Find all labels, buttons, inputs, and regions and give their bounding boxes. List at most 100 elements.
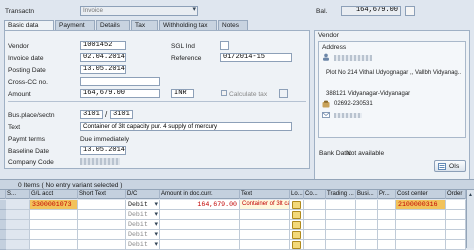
cell-amount[interactable] <box>160 230 240 240</box>
table-row[interactable]: Debit ▾ <box>0 240 474 250</box>
tax-code-icon[interactable] <box>279 89 288 98</box>
cell-co[interactable] <box>304 200 326 210</box>
text-field[interactable]: Container of 3lt capacity pur. 4 supply … <box>80 122 292 131</box>
cell-trading[interactable] <box>326 210 356 220</box>
cell-pr[interactable] <box>378 240 396 250</box>
cell-dc[interactable]: Debit ▾ <box>126 200 160 210</box>
calculate-tax-checkbox[interactable] <box>221 90 227 96</box>
cell-dc[interactable]: Debit ▾ <box>126 240 160 250</box>
cell-text[interactable]: Container of 3lt capa <box>240 200 290 210</box>
column-status[interactable]: S... <box>6 190 30 199</box>
cell-order[interactable] <box>446 200 466 210</box>
cell-trading[interactable] <box>326 240 356 250</box>
cell-co[interactable] <box>304 230 326 240</box>
cell-lo[interactable] <box>290 210 304 220</box>
cell-pr[interactable] <box>378 230 396 240</box>
cell-trading[interactable] <box>326 200 356 210</box>
cell-co[interactable] <box>304 220 326 230</box>
cell-lo[interactable] <box>290 230 304 240</box>
cell-dc[interactable]: Debit ▾ <box>126 220 160 230</box>
cell-gl[interactable]: 3300001073 <box>30 200 78 210</box>
cell-lo[interactable] <box>290 240 304 250</box>
cell-amount[interactable]: 164,679.00 <box>160 200 240 210</box>
cell-gl[interactable] <box>30 230 78 240</box>
tab-withholding-tax[interactable]: Withholding tax <box>159 20 217 30</box>
tab-tax[interactable]: Tax <box>131 20 158 30</box>
cell-order[interactable] <box>446 220 466 230</box>
scroll-up-icon[interactable]: ▲ <box>468 192 473 198</box>
amount-field[interactable]: 164,679.00 <box>80 89 160 98</box>
cell-cc[interactable] <box>396 230 446 240</box>
cell-order[interactable] <box>446 210 466 220</box>
edit-pencil-icon[interactable] <box>292 231 301 239</box>
chevron-down-icon[interactable]: ▾ <box>154 230 158 239</box>
cell-amount[interactable] <box>160 220 240 230</box>
cell-text[interactable] <box>240 220 290 230</box>
chevron-down-icon[interactable]: ▾ <box>154 210 158 219</box>
ois-button[interactable]: OIs <box>434 160 466 172</box>
posting-date-field[interactable]: 13.05.2014 <box>80 65 126 74</box>
cell-amount[interactable] <box>160 210 240 220</box>
column-business-area[interactable]: Busi... <box>356 190 378 199</box>
cell-order[interactable] <box>446 230 466 240</box>
column-gl-account[interactable]: G/L acct <box>30 190 78 199</box>
cell-cc[interactable]: 2100000316 <box>396 200 446 210</box>
cell-busi[interactable] <box>356 210 378 220</box>
cell-pr[interactable] <box>378 200 396 210</box>
cell-short[interactable] <box>78 200 126 210</box>
currency-field[interactable]: INR <box>171 89 194 98</box>
column-order[interactable]: Order <box>446 190 466 199</box>
table-row[interactable]: 3300001073 Debit ▾ 164,679.00 Container of 3… <box>0 200 474 210</box>
section-code-field[interactable]: 3101 <box>110 110 133 119</box>
cell-dc[interactable]: Debit ▾ <box>126 210 160 220</box>
column-short-text[interactable]: Short Text <box>78 190 126 199</box>
cell-busi[interactable] <box>356 240 378 250</box>
cell-pr[interactable] <box>378 220 396 230</box>
cell-short[interactable] <box>78 240 126 250</box>
column-amount[interactable]: Amount in doc.curr. <box>160 190 240 199</box>
table-row[interactable]: Debit ▾ <box>0 230 474 240</box>
vendor-field[interactable]: 1001452 <box>80 41 126 50</box>
baseline-date-field[interactable]: 13.05.2014 <box>80 146 126 155</box>
cell-short[interactable] <box>78 230 126 240</box>
cell-co[interactable] <box>304 210 326 220</box>
column-text[interactable]: Text <box>240 190 290 199</box>
cell-busi[interactable] <box>356 220 378 230</box>
cell-lo[interactable] <box>290 220 304 230</box>
cell-order[interactable] <box>446 240 466 250</box>
cell-busi[interactable] <box>356 230 378 240</box>
cell-text[interactable] <box>240 230 290 240</box>
column-debit-credit[interactable]: D/C <box>126 190 160 199</box>
chevron-down-icon[interactable]: ▾ <box>154 200 158 209</box>
tab-payment[interactable]: Payment <box>55 20 95 30</box>
cell-short[interactable] <box>78 220 126 230</box>
edit-pencil-icon[interactable] <box>292 211 301 219</box>
cell-trading[interactable] <box>326 230 356 240</box>
reference-field[interactable]: 01/2014-15 <box>220 53 292 62</box>
tab-details[interactable]: Details <box>96 20 130 30</box>
cell-gl[interactable] <box>30 220 78 230</box>
cell-co[interactable] <box>304 240 326 250</box>
tab-notes[interactable]: Notes <box>218 20 248 30</box>
edit-pencil-icon[interactable] <box>292 221 301 229</box>
cell-text[interactable] <box>240 240 290 250</box>
column-trading-partner[interactable]: Trading ... <box>326 190 356 199</box>
transaction-dropdown[interactable]: Invoice <box>80 6 198 16</box>
cell-text[interactable] <box>240 210 290 220</box>
cell-cc[interactable] <box>396 210 446 220</box>
cell-short[interactable] <box>78 210 126 220</box>
cell-trading[interactable] <box>326 220 356 230</box>
sgl-indicator-field[interactable] <box>220 41 229 50</box>
cell-pr[interactable] <box>378 210 396 220</box>
cell-cc[interactable] <box>396 220 446 230</box>
cell-dc[interactable]: Debit ▾ <box>126 230 160 240</box>
cell-amount[interactable] <box>160 240 240 250</box>
table-row[interactable]: Debit ▾ <box>0 210 474 220</box>
cell-gl[interactable] <box>30 210 78 220</box>
column-lo[interactable]: Lo... <box>290 190 304 199</box>
cell-gl[interactable] <box>30 240 78 250</box>
cell-cc[interactable] <box>396 240 446 250</box>
cross-cc-field[interactable] <box>80 77 160 86</box>
table-row[interactable]: Debit ▾ <box>0 220 474 230</box>
business-place-field[interactable]: 3101 <box>80 110 103 119</box>
